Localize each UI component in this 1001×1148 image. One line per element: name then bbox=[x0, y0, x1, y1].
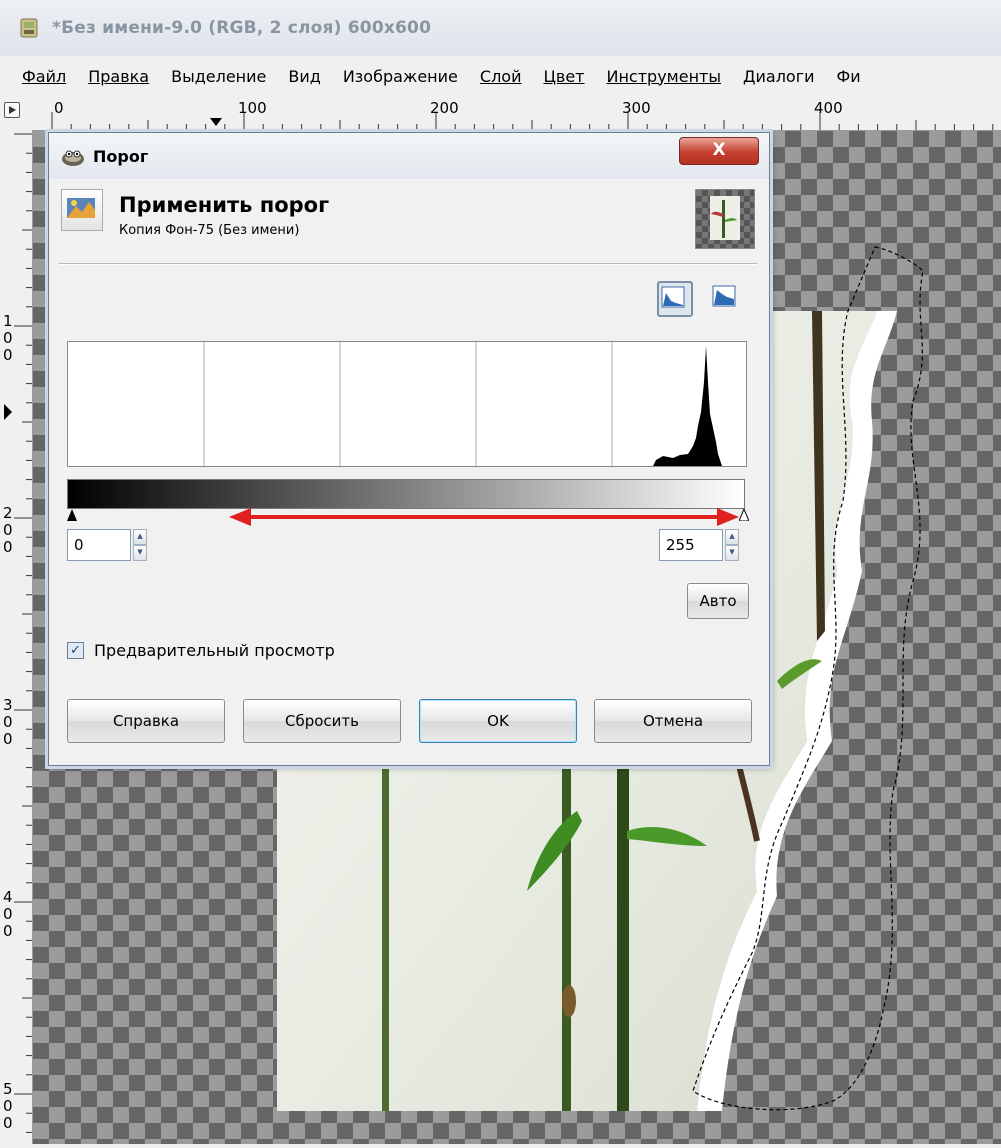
vertical-ruler-marker bbox=[4, 404, 12, 420]
vertical-ruler-label: 0 bbox=[3, 730, 13, 748]
annotation-double-arrow bbox=[229, 508, 739, 526]
ruler-corner-menu-icon[interactable] bbox=[4, 102, 20, 118]
auto-button[interactable]: Авто bbox=[687, 583, 749, 619]
layer-thumbnail bbox=[695, 189, 755, 249]
increment-arrow-icon[interactable]: ▲ bbox=[133, 529, 147, 545]
vertical-ruler-label: 0 bbox=[3, 521, 13, 539]
dialog-heading: Применить порог bbox=[119, 193, 330, 217]
ruler-label-300: 300 bbox=[622, 99, 651, 117]
help-button[interactable]: Справка bbox=[67, 699, 225, 743]
increment-arrow-icon[interactable]: ▲ bbox=[725, 529, 739, 545]
high-threshold-spinner[interactable]: ▲ ▼ bbox=[659, 529, 739, 563]
vertical-ruler-label: 5 bbox=[3, 1080, 13, 1098]
vertical-ruler-label: 0 bbox=[3, 346, 13, 364]
threshold-tool-icon bbox=[61, 189, 103, 231]
decrement-arrow-icon[interactable]: ▼ bbox=[725, 545, 739, 561]
menu-file[interactable]: Файл bbox=[0, 67, 77, 86]
low-threshold-marker[interactable] bbox=[67, 509, 77, 521]
vertical-ruler-label: 3 bbox=[3, 696, 13, 714]
cancel-button[interactable]: Отмена bbox=[594, 699, 752, 743]
dialog-title: Порог bbox=[93, 146, 149, 166]
decrement-arrow-icon[interactable]: ▼ bbox=[133, 545, 147, 561]
vertical-ruler-label: 4 bbox=[3, 888, 13, 906]
vertical-ruler-label: 0 bbox=[3, 1114, 13, 1132]
window-title: *Без имени-9.0 (RGB, 2 слоя) 600x600 bbox=[52, 18, 432, 38]
menu-select[interactable]: Выделение bbox=[160, 67, 277, 86]
menu-colors[interactable]: Цвет bbox=[532, 67, 595, 86]
vertical-ruler[interactable]: 100200300400500 bbox=[0, 130, 33, 1144]
ruler-position-marker bbox=[210, 118, 222, 126]
menu-view[interactable]: Вид bbox=[277, 67, 331, 86]
histogram-curve bbox=[653, 346, 722, 466]
dialog-close-button[interactable]: X bbox=[679, 137, 759, 165]
reset-button[interactable]: Сбросить bbox=[243, 699, 401, 743]
vertical-ruler-label: 2 bbox=[3, 504, 13, 522]
threshold-dialog: Порог X Применить порог Копия Фон-75 (Бе… bbox=[48, 132, 770, 766]
horizontal-ruler[interactable]: 0 100 200 300 400 bbox=[0, 96, 1001, 131]
linear-histogram-button[interactable] bbox=[657, 281, 693, 317]
preview-checkbox[interactable]: ✓ bbox=[67, 642, 84, 659]
vertical-ruler-label: 0 bbox=[3, 1097, 13, 1115]
dialog-header: Применить порог Копия Фон-75 (Без имени) bbox=[59, 187, 759, 259]
low-threshold-input[interactable] bbox=[67, 529, 131, 561]
ruler-label-400: 400 bbox=[814, 99, 843, 117]
logarithmic-histogram-button[interactable] bbox=[709, 281, 743, 315]
header-separator bbox=[59, 263, 757, 265]
menu-tools[interactable]: Инструменты bbox=[596, 67, 733, 86]
window-titlebar: *Без имени-9.0 (RGB, 2 слоя) 600x600 bbox=[0, 0, 1001, 56]
low-threshold-spinner[interactable]: ▲ ▼ bbox=[67, 529, 147, 563]
high-threshold-marker[interactable] bbox=[739, 509, 749, 521]
logarithmic-histogram-icon bbox=[712, 285, 736, 307]
vertical-ruler-label: 0 bbox=[3, 905, 13, 923]
menubar: Файл Правка Выделение Вид Изображение Сл… bbox=[0, 56, 1001, 97]
linear-histogram-icon bbox=[661, 286, 685, 308]
vertical-ruler-label: 0 bbox=[3, 329, 13, 347]
preview-toggle[interactable]: ✓ Предварительный просмотр bbox=[67, 641, 335, 660]
ok-button[interactable]: OK bbox=[419, 699, 577, 743]
vertical-ruler-label: 1 bbox=[3, 312, 13, 330]
ruler-label-100: 100 bbox=[238, 99, 267, 117]
dialog-titlebar[interactable]: Порог X bbox=[49, 133, 769, 179]
gimp-wilber-icon bbox=[62, 150, 84, 166]
menu-layer[interactable]: Слой bbox=[469, 67, 533, 86]
vertical-ruler-label: 0 bbox=[3, 538, 13, 556]
vertical-ruler-label: 0 bbox=[3, 713, 13, 731]
dialog-subheading: Копия Фон-75 (Без имени) bbox=[119, 223, 300, 238]
menu-dialogs[interactable]: Диалоги bbox=[732, 67, 826, 86]
histogram-view[interactable] bbox=[67, 341, 747, 467]
menu-edit[interactable]: Правка bbox=[77, 67, 160, 86]
ruler-label-200: 200 bbox=[430, 99, 459, 117]
vertical-ruler-label: 0 bbox=[3, 922, 13, 940]
gimp-app-icon bbox=[20, 18, 38, 38]
vertical-ruler-ticks: 100200300400500 bbox=[3, 133, 32, 1133]
menu-filters[interactable]: Фи bbox=[826, 67, 872, 86]
preview-label: Предварительный просмотр bbox=[94, 641, 335, 660]
horizontal-ruler-ticks: 0 100 200 300 400 bbox=[51, 99, 994, 130]
close-icon: X bbox=[712, 140, 726, 160]
high-threshold-input[interactable] bbox=[659, 529, 723, 561]
menu-image[interactable]: Изображение bbox=[332, 67, 469, 86]
checkmark-icon: ✓ bbox=[70, 643, 81, 658]
ruler-label-0: 0 bbox=[54, 99, 64, 117]
